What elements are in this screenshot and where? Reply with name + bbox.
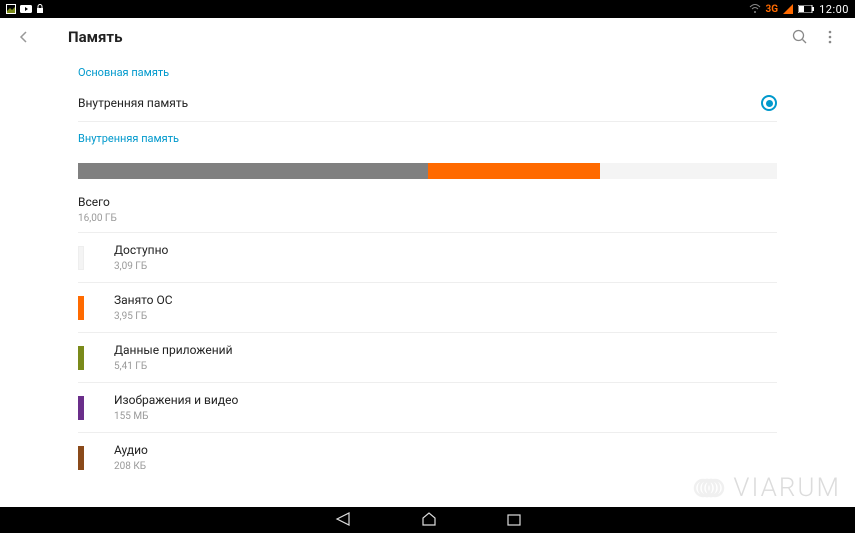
gallery-icon bbox=[6, 4, 16, 14]
row-internal-memory-label: Внутренняя память bbox=[78, 96, 761, 110]
storage-total-value: 16,00 ГБ bbox=[78, 213, 777, 224]
wifi-icon bbox=[749, 4, 761, 14]
youtube-icon bbox=[20, 5, 32, 13]
back-button[interactable] bbox=[10, 30, 38, 44]
storage-item-label: Данные приложений bbox=[114, 343, 233, 357]
storage-usage-bar bbox=[78, 163, 777, 179]
network-type-label: 3G bbox=[766, 4, 779, 15]
storage-item-row[interactable]: Занято ОС 3,95 ГБ bbox=[78, 283, 777, 333]
storage-item-label: Изображения и видео bbox=[114, 393, 238, 407]
lock-icon bbox=[36, 4, 44, 14]
storage-item-label: Доступно bbox=[114, 243, 168, 257]
section-heading-internal: Внутренняя память bbox=[78, 122, 777, 151]
battery-icon bbox=[798, 5, 814, 13]
storage-breakdown-list: Доступно 3,09 ГБ Занято ОС 3,95 ГБ Данные пр… bbox=[78, 233, 777, 482]
color-swatch bbox=[78, 346, 84, 370]
settings-content: Основная память Внутренняя память Внутре… bbox=[0, 56, 855, 482]
section-heading-main-memory: Основная память bbox=[78, 56, 777, 85]
nav-back-button[interactable] bbox=[335, 511, 351, 530]
row-internal-memory[interactable]: Внутренняя память bbox=[78, 85, 777, 122]
search-button[interactable] bbox=[785, 29, 815, 45]
color-swatch bbox=[78, 296, 84, 320]
storage-segment-used_orange bbox=[428, 163, 601, 179]
storage-item-row[interactable]: Аудио 208 КБ bbox=[78, 433, 777, 482]
clock-label: 12:00 bbox=[819, 3, 849, 16]
storage-total-label: Всего bbox=[78, 195, 777, 209]
storage-item-row[interactable]: Изображения и видео 155 МБ bbox=[78, 383, 777, 433]
storage-item-label: Аудио bbox=[114, 443, 148, 457]
storage-item-value: 3,95 ГБ bbox=[114, 311, 173, 322]
color-swatch bbox=[78, 246, 84, 270]
navigation-bar bbox=[0, 507, 855, 533]
action-bar: Память bbox=[0, 18, 855, 56]
status-bar: 3G 12:00 bbox=[0, 0, 855, 18]
nav-home-button[interactable] bbox=[421, 511, 437, 530]
nav-recent-button[interactable] bbox=[507, 511, 521, 530]
storage-segment-free bbox=[600, 163, 777, 179]
storage-segment-used_gray bbox=[78, 163, 428, 179]
page-title: Память bbox=[68, 28, 122, 46]
storage-item-value: 5,41 ГБ bbox=[114, 361, 233, 372]
storage-item-value: 155 МБ bbox=[114, 411, 238, 422]
storage-item-value: 3,09 ГБ bbox=[114, 261, 168, 272]
storage-item-row[interactable]: Доступно 3,09 ГБ bbox=[78, 233, 777, 283]
radio-selected-icon[interactable] bbox=[761, 95, 777, 111]
storage-item-row[interactable]: Данные приложений 5,41 ГБ bbox=[78, 333, 777, 383]
storage-item-label: Занято ОС bbox=[114, 293, 173, 307]
signal-icon bbox=[783, 4, 793, 14]
color-swatch bbox=[78, 396, 84, 420]
storage-item-value: 208 КБ bbox=[114, 461, 148, 472]
storage-total-row[interactable]: Всего 16,00 ГБ bbox=[78, 185, 777, 233]
color-swatch bbox=[78, 446, 84, 470]
overflow-menu-button[interactable] bbox=[815, 30, 845, 44]
